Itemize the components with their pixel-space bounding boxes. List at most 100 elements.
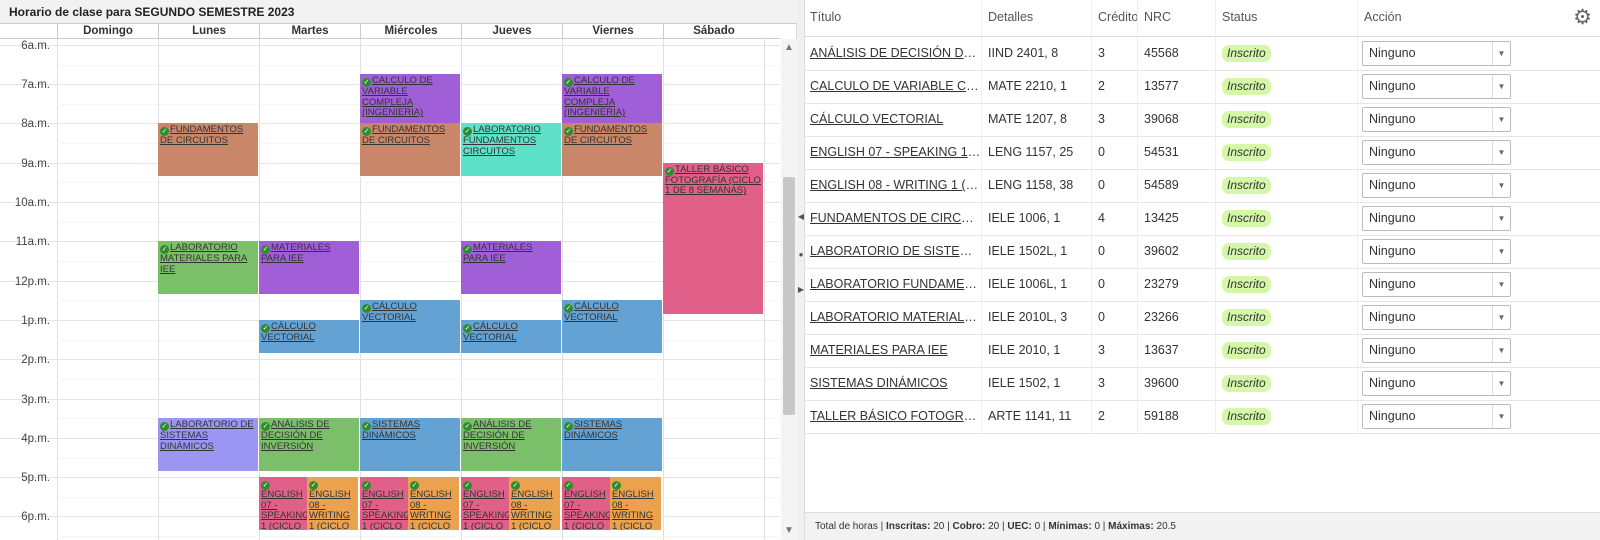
class-event[interactable]: ✓ FUNDAMENTOS DE CIRCUITOS xyxy=(158,123,259,178)
course-title-link[interactable]: ENGLISH 07 - SPEAKING 1 (Ciclo 1 de 8 se… xyxy=(805,136,981,170)
class-event-title[interactable]: ANÁLISIS DE DECISIÓN DE INVERSIÓN xyxy=(261,419,330,452)
schedule-grid[interactable]: 6a.m. 7a.m. 8a.m. 9a.m. 10a.m. 11a.m. 12p.m. 1p… xyxy=(0,39,780,540)
class-event-title[interactable]: MATERIALES PARA IEE xyxy=(261,242,330,265)
class-event-title[interactable]: ENGLISH 07 - SPEAKING 1 (Ciclo 1 de 8 se… xyxy=(261,489,310,530)
class-event-title[interactable]: SISTEMAS DINÁMICOS xyxy=(362,419,420,441)
class-event-title[interactable]: FUNDAMENTOS DE CIRCUITOS xyxy=(160,124,243,147)
class-event-title[interactable]: MATERIALES PARA IEE xyxy=(463,242,532,265)
class-event[interactable]: ✓ LABORATORIO FUNDAMENTOS CIRCUITOS xyxy=(461,123,562,178)
class-event-title[interactable]: CÁLCULO VECTORIAL xyxy=(564,301,619,324)
splitter-handle-icon[interactable]: ● xyxy=(797,250,805,259)
col-header-credits[interactable]: Créditos xyxy=(1091,0,1137,37)
scroll-thumb[interactable] xyxy=(783,177,795,415)
action-select[interactable]: Ninguno ▼ xyxy=(1362,371,1511,396)
class-event-title[interactable]: ANÁLISIS DE DECISIÓN DE INVERSIÓN xyxy=(463,419,532,452)
course-title-link[interactable]: CALCULO DE VARIABLE COMPLEJA (INGENIERIA… xyxy=(805,70,981,104)
col-header-nrc[interactable]: NRC xyxy=(1137,0,1215,37)
class-event[interactable]: ✓ SISTEMAS DINÁMICOS xyxy=(562,418,663,473)
class-event-title[interactable]: ENGLISH 08 - WRITING 1 (Ciclo 2 de 8 sem… xyxy=(511,489,560,530)
course-title-link[interactable]: SISTEMAS DINÁMICOS xyxy=(805,367,981,401)
class-event[interactable]: ✓ ANÁLISIS DE DECISIÓN DE INVERSIÓN xyxy=(461,418,562,473)
course-title-link[interactable]: MATERIALES PARA IEE xyxy=(805,334,981,368)
class-event[interactable]: ✓ CALCULO DE VARIABLE COMPLEJA (INGENIERI… xyxy=(562,74,663,129)
gear-icon[interactable]: ⚙ xyxy=(1573,7,1592,28)
action-select[interactable]: Ninguno ▼ xyxy=(1362,74,1511,99)
class-event-title[interactable]: ENGLISH 08 - WRITING 1 (Ciclo 2 de 8 sem… xyxy=(612,489,661,530)
course-title-link[interactable]: TALLER BÁSICO FOTOGRAFÍA (Ciclo 1 de 8 s… xyxy=(805,400,981,434)
chevron-down-icon[interactable]: ▼ xyxy=(1492,174,1510,197)
class-event[interactable]: ✓ENGLISH 08 - WRITING 1 (Ciclo 2 de 8 se… xyxy=(307,477,359,532)
col-header-status[interactable]: Status xyxy=(1215,0,1357,37)
course-title-link[interactable]: ENGLISH 08 - WRITING 1 (Ciclo 2 de 8 sem… xyxy=(805,169,981,203)
class-event[interactable]: ✓ LABORATORIO DE SISTEMAS DINÁMICOS xyxy=(158,418,259,473)
class-event[interactable]: ✓ENGLISH 07 - SPEAKING 1 (Ciclo 1 de 8 s… xyxy=(259,477,311,532)
class-event[interactable]: ✓ CÁLCULO VECTORIAL xyxy=(562,300,663,355)
class-event-title[interactable]: CALCULO DE VARIABLE COMPLEJA (INGENIERIA… xyxy=(564,75,635,119)
action-select[interactable]: Ninguno ▼ xyxy=(1362,173,1511,198)
class-event[interactable]: ✓ MATERIALES PARA IEE xyxy=(461,241,562,296)
chevron-down-icon[interactable]: ▼ xyxy=(1492,108,1510,131)
col-header-title[interactable]: Título xyxy=(805,0,981,37)
course-title-link[interactable]: ANÁLISIS DE DECISIÓN DE INVERSIÓN xyxy=(805,37,981,71)
col-header-action[interactable]: Acción xyxy=(1357,0,1557,37)
scroll-up-icon[interactable]: ▲ xyxy=(781,41,797,55)
class-event-title[interactable]: FUNDAMENTOS DE CIRCUITOS xyxy=(362,124,445,147)
class-event-title[interactable]: LABORATORIO DE SISTEMAS DINÁMICOS xyxy=(160,419,254,452)
course-title-link[interactable]: FUNDAMENTOS DE CIRCUITOS xyxy=(805,202,981,236)
class-event[interactable]: ✓ CALCULO DE VARIABLE COMPLEJA (INGENIERI… xyxy=(360,74,461,129)
course-title-link[interactable]: LABORATORIO DE SISTEMAS DINÁMICOS xyxy=(805,235,981,269)
chevron-down-icon[interactable]: ▼ xyxy=(1492,207,1510,230)
action-select[interactable]: Ninguno ▼ xyxy=(1362,272,1511,297)
chevron-down-icon[interactable]: ▼ xyxy=(1492,141,1510,164)
action-select[interactable]: Ninguno ▼ xyxy=(1362,41,1511,66)
class-event-title[interactable]: FUNDAMENTOS DE CIRCUITOS xyxy=(564,124,647,147)
class-event[interactable]: ✓ CÁLCULO VECTORIAL xyxy=(360,300,461,355)
action-select[interactable]: Ninguno ▼ xyxy=(1362,404,1511,429)
chevron-down-icon[interactable]: ▼ xyxy=(1492,372,1510,395)
course-title-link[interactable]: LABORATORIO FUNDAMENTOS CIRCUITOS xyxy=(805,268,981,302)
class-event-title[interactable]: CÁLCULO VECTORIAL xyxy=(463,321,518,343)
class-event-title[interactable]: LABORATORIO MATERIALES PARA IEE xyxy=(160,242,247,275)
chevron-down-icon[interactable]: ▼ xyxy=(1492,240,1510,263)
class-event-title[interactable]: SISTEMAS DINÁMICOS xyxy=(564,419,622,441)
class-event[interactable]: ✓ SISTEMAS DINÁMICOS xyxy=(360,418,461,473)
action-select[interactable]: Ninguno ▼ xyxy=(1362,239,1511,264)
col-header-details[interactable]: Detalles xyxy=(981,0,1091,37)
class-event-title[interactable]: ENGLISH 08 - WRITING 1 (Ciclo 2 de 8 sem… xyxy=(309,489,358,530)
class-event[interactable]: ✓ ANÁLISIS DE DECISIÓN DE INVERSIÓN xyxy=(259,418,360,473)
action-select[interactable]: Ninguno ▼ xyxy=(1362,338,1511,363)
class-event-title[interactable]: LABORATORIO FUNDAMENTOS CIRCUITOS xyxy=(463,124,541,157)
scroll-down-icon[interactable]: ▼ xyxy=(781,524,797,538)
class-event-title[interactable]: ENGLISH 07 - SPEAKING 1 (Ciclo 1 de 8 se… xyxy=(564,489,613,530)
class-event[interactable]: ✓ FUNDAMENTOS DE CIRCUITOS xyxy=(360,123,461,178)
class-event-title[interactable]: CÁLCULO VECTORIAL xyxy=(261,321,316,343)
class-event-title[interactable]: ENGLISH 07 - SPEAKING 1 (Ciclo 1 de 8 se… xyxy=(362,489,411,530)
class-event[interactable]: ✓ENGLISH 07 - SPEAKING 1 (Ciclo 1 de 8 s… xyxy=(461,477,513,532)
action-select[interactable]: Ninguno ▼ xyxy=(1362,140,1511,165)
chevron-down-icon[interactable]: ▼ xyxy=(1492,42,1510,65)
class-event-title[interactable]: CÁLCULO VECTORIAL xyxy=(362,301,417,324)
action-select[interactable]: Ninguno ▼ xyxy=(1362,206,1511,231)
class-event-title[interactable]: TALLER BÁSICO FOTOGRAFÍA (Ciclo 1 de 8 s… xyxy=(665,164,761,197)
class-event-title[interactable]: ENGLISH 07 - SPEAKING 1 (Ciclo 1 de 8 se… xyxy=(463,489,512,530)
class-event-title[interactable]: ENGLISH 08 - WRITING 1 (Ciclo 2 de 8 sem… xyxy=(410,489,459,530)
class-event[interactable]: ✓ TALLER BÁSICO FOTOGRAFÍA (Ciclo 1 de 8 … xyxy=(663,162,764,315)
class-event[interactable]: ✓ FUNDAMENTOS DE CIRCUITOS xyxy=(562,123,663,178)
class-event[interactable]: ✓ENGLISH 08 - WRITING 1 (Ciclo 2 de 8 se… xyxy=(610,477,662,532)
class-event[interactable]: ✓ LABORATORIO MATERIALES PARA IEE xyxy=(158,241,259,296)
chevron-down-icon[interactable]: ▼ xyxy=(1492,339,1510,362)
collapse-left-icon[interactable]: ◀ xyxy=(797,212,805,221)
chevron-down-icon[interactable]: ▼ xyxy=(1492,405,1510,428)
class-event[interactable]: ✓ENGLISH 07 - SPEAKING 1 (Ciclo 1 de 8 s… xyxy=(360,477,412,532)
schedule-scrollbar[interactable]: ▲ ▼ xyxy=(781,39,797,540)
action-select[interactable]: Ninguno ▼ xyxy=(1362,305,1511,330)
course-title-link[interactable]: LABORATORIO MATERIALES PARA IEE xyxy=(805,301,981,335)
chevron-down-icon[interactable]: ▼ xyxy=(1492,306,1510,329)
class-event[interactable]: ✓ MATERIALES PARA IEE xyxy=(259,241,360,296)
class-event[interactable]: ✓ENGLISH 08 - WRITING 1 (Ciclo 2 de 8 se… xyxy=(509,477,561,532)
class-event-title[interactable]: CALCULO DE VARIABLE COMPLEJA (INGENIERIA… xyxy=(362,75,433,119)
chevron-down-icon[interactable]: ▼ xyxy=(1492,75,1510,98)
class-event[interactable]: ✓ CÁLCULO VECTORIAL xyxy=(461,319,562,355)
class-event[interactable]: ✓ENGLISH 08 - WRITING 1 (Ciclo 2 de 8 se… xyxy=(408,477,460,532)
panel-splitter[interactable]: ◀ ● ▶ xyxy=(797,0,805,540)
